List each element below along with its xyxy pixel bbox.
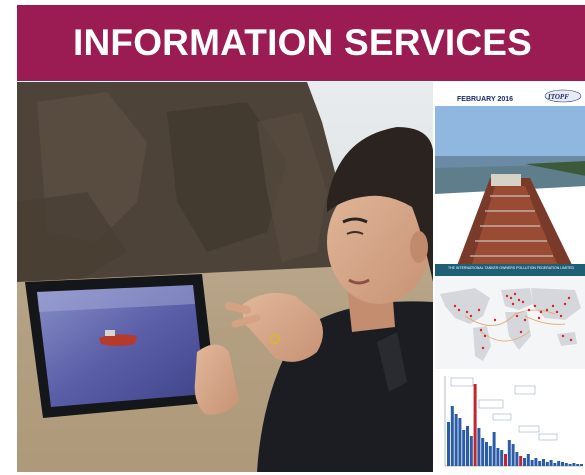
spill-bar-chart: [435, 370, 585, 473]
banner-title: INFORMATION SERVICES: [73, 22, 533, 63]
chart-bar: [462, 430, 466, 466]
chart-bar: [447, 422, 450, 466]
chart-bar: [469, 436, 473, 466]
chart-bar: [564, 463, 568, 466]
world-map-thumbnail: [434, 276, 585, 369]
chart-bar: [553, 463, 557, 466]
chart-bar: [519, 456, 523, 466]
chart-bar: [542, 459, 545, 466]
chart-bar: [507, 440, 511, 466]
chart-bar: [549, 460, 553, 466]
presenter-photo: [17, 82, 433, 472]
chart-bar: [496, 448, 500, 466]
chart-bar: [580, 464, 583, 466]
chart-bar: [500, 450, 504, 466]
spill-statistics-chart-thumbnail: [434, 370, 585, 473]
newsletter-cover-thumbnail: FEBRUARY 2016 ITOPF THE INTERNATIONAL TA…: [434, 86, 585, 276]
chart-bar: [481, 438, 485, 466]
video-still-presenter: [17, 82, 433, 472]
chart-bar: [488, 446, 492, 466]
title-banner: INFORMATION SERVICES: [17, 5, 585, 81]
chart-bar: [458, 418, 462, 466]
chart-bar: [473, 384, 477, 466]
chart-bar: [538, 461, 542, 466]
chart-bar: [572, 463, 576, 466]
chart-bar: [492, 432, 496, 466]
chart-bar: [576, 464, 580, 466]
newsletter-footer: THE INTERNATIONAL TANKER OWNERS POLLUTIO…: [447, 266, 574, 270]
chart-bar: [568, 464, 572, 466]
chart-bar: [515, 452, 519, 466]
chart-bar: [534, 458, 538, 466]
chart-bar: [526, 454, 530, 466]
chart-bar: [545, 462, 549, 466]
chart-bar: [523, 458, 526, 466]
chart-bar: [454, 414, 458, 466]
chart-bar: [477, 428, 481, 466]
newsletter-date: FEBRUARY 2016: [457, 96, 514, 103]
chart-bar: [557, 461, 561, 466]
incident-world-map: [435, 276, 585, 369]
chart-bar: [485, 442, 488, 466]
chart-bar: [511, 444, 515, 466]
chart-bar: [450, 406, 454, 466]
chart-bar: [530, 460, 534, 466]
chart-bar: [504, 454, 507, 466]
chart-bar: [466, 426, 469, 466]
chart-bar: [561, 462, 564, 466]
newsletter-cover-photo: [435, 86, 585, 276]
tablet: [25, 274, 217, 418]
newsletter-logo: ITOPF: [548, 93, 569, 101]
